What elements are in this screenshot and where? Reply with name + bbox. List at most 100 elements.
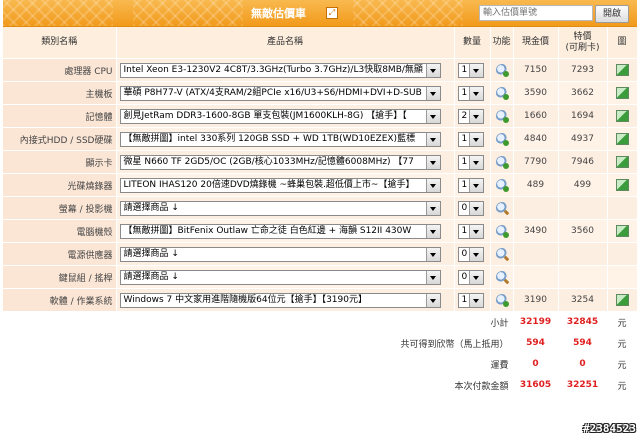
chevron-down-icon[interactable]: [425, 270, 440, 284]
config-icon[interactable]: [495, 87, 509, 100]
image-icon[interactable]: [615, 87, 629, 99]
open-button[interactable]: 開啟: [595, 5, 629, 23]
quote-number-input[interactable]: [479, 5, 593, 21]
picture-cell: [607, 173, 638, 197]
chevron-down-icon[interactable]: [425, 86, 440, 100]
quantity-select[interactable]: 1: [457, 154, 484, 170]
card-price: 3662: [558, 81, 608, 105]
quantity-select[interactable]: 2: [457, 108, 484, 124]
config-icon[interactable]: [495, 133, 509, 146]
function-cell: [490, 173, 514, 197]
function-cell: [490, 104, 514, 128]
summary-row: 小計 32199 32845 元: [3, 311, 638, 333]
product-cell: 【無敵拼圖】intel 330系列 120GB SSD + WD 1TB(WD1…: [116, 127, 455, 151]
header-function: 功能: [490, 27, 514, 59]
config-icon[interactable]: [495, 110, 509, 123]
function-cell: [490, 242, 514, 266]
cash-price: 3190: [513, 288, 559, 312]
picture-cell: [607, 58, 638, 82]
chevron-down-icon[interactable]: [468, 224, 483, 238]
config-icon[interactable]: [495, 225, 509, 238]
qty-cell: 1: [454, 150, 491, 174]
quantity-select[interactable]: 1: [457, 131, 484, 147]
chevron-down-icon[interactable]: [425, 247, 440, 261]
config-icon[interactable]: [495, 156, 509, 169]
search-icon[interactable]: [495, 271, 508, 283]
product-select[interactable]: LITEON IHAS120 20倍速DVD燒錄機 ~蜂巢包裝.超低價上市~【搶…: [119, 177, 441, 193]
function-cell: [490, 196, 514, 220]
chevron-down-icon[interactable]: [425, 178, 440, 192]
config-icon[interactable]: [495, 294, 509, 307]
quantity-select-value: 1: [461, 225, 468, 236]
quantity-select[interactable]: 1: [457, 292, 484, 308]
image-icon[interactable]: [615, 294, 629, 306]
summary-row: 共可得到欣幣（馬上抵用） 594 594 元: [3, 332, 638, 354]
quantity-select[interactable]: 1: [457, 85, 484, 101]
product-select[interactable]: Windows 7 中文家用進階隨機版64位元【搶手】【3190元】: [119, 292, 441, 308]
product-select[interactable]: 請選擇商品 ↓: [119, 200, 441, 216]
chevron-down-icon[interactable]: [425, 201, 440, 215]
card-price: 4937: [558, 127, 608, 151]
summary-cash: 31605: [513, 374, 559, 396]
quantity-select[interactable]: 1: [457, 223, 484, 239]
search-icon[interactable]: [495, 248, 508, 260]
chevron-down-icon[interactable]: [468, 63, 483, 77]
summary-label: 小計: [3, 311, 514, 333]
chevron-down-icon[interactable]: [425, 224, 440, 238]
row-category: 電源供應器: [3, 242, 117, 266]
product-cell: 微星 N660 TF 2GD5/OC (2GB/核心1033MHz/記憶體600…: [116, 150, 455, 174]
quantity-select[interactable]: 0: [457, 246, 484, 262]
page-title: 無敵估價車: [251, 7, 306, 20]
card-price: 7293: [558, 58, 608, 82]
chevron-down-icon[interactable]: [468, 293, 483, 307]
function-cell: [490, 127, 514, 151]
summary-unit: 元: [607, 311, 638, 333]
quantity-select[interactable]: 1: [457, 177, 484, 193]
row-category: 螢幕 / 投影機: [3, 196, 117, 220]
table-row: 光碟燒錄器 LITEON IHAS120 20倍速DVD燒錄機 ~蜂巢包裝.超低價…: [3, 173, 638, 197]
chevron-down-icon[interactable]: [468, 132, 483, 146]
product-select[interactable]: 【無敵拼圖】intel 330系列 120GB SSD + WD 1TB(WD1…: [119, 131, 441, 147]
product-select[interactable]: 創見JetRam DDR3-1600-8GB 單支包裝(JM1600KLH-8G…: [119, 108, 441, 124]
table-row: 電腦機殼 【無敵拼圖】BitFenix Outlaw 亡命之徒 白色紅邊 + 海韻…: [3, 219, 638, 243]
product-select[interactable]: 微星 N660 TF 2GD5/OC (2GB/核心1033MHz/記憶體600…: [119, 154, 441, 170]
summary-row: 運費 0 0 元: [3, 353, 638, 375]
chevron-down-icon[interactable]: [425, 109, 440, 123]
card-price: 7946: [558, 150, 608, 174]
chevron-down-icon[interactable]: [468, 155, 483, 169]
chevron-down-icon[interactable]: [468, 178, 483, 192]
quantity-select-value: 1: [461, 179, 468, 190]
row-category: 處理器 CPU: [3, 58, 117, 82]
config-icon[interactable]: [495, 179, 509, 192]
quantity-select[interactable]: 0: [457, 200, 484, 216]
image-icon[interactable]: [615, 225, 629, 237]
chevron-down-icon[interactable]: [425, 293, 440, 307]
chevron-down-icon[interactable]: [425, 155, 440, 169]
image-icon[interactable]: [615, 64, 629, 76]
product-select[interactable]: Intel Xeon E3-1230V2 4C8T/3.3GHz(Turbo 3…: [119, 62, 441, 78]
chevron-down-icon[interactable]: [468, 247, 483, 261]
product-select[interactable]: 請選擇商品 ↓: [119, 246, 441, 262]
config-icon[interactable]: [495, 64, 509, 77]
chevron-down-icon[interactable]: [425, 132, 440, 146]
table-row: 顯示卡 微星 N660 TF 2GD5/OC (2GB/核心1033MHz/記憶體…: [3, 150, 638, 174]
quantity-select[interactable]: 0: [457, 269, 484, 285]
image-icon[interactable]: [615, 156, 629, 168]
chevron-down-icon[interactable]: [468, 201, 483, 215]
card-price: [558, 196, 608, 220]
image-icon[interactable]: [615, 133, 629, 145]
expand-icon[interactable]: ⤢: [326, 7, 338, 19]
product-select-value: 請選擇商品 ↓: [123, 271, 179, 282]
product-select[interactable]: 請選擇商品 ↓: [119, 269, 441, 285]
chevron-down-icon[interactable]: [468, 86, 483, 100]
product-select[interactable]: 華碩 P8H77-V (ATX/4支RAM/2組PCIe x16/U3+S6/H…: [119, 85, 441, 101]
image-icon[interactable]: [615, 110, 629, 122]
quantity-select[interactable]: 1: [457, 62, 484, 78]
chevron-down-icon[interactable]: [468, 109, 483, 123]
image-icon[interactable]: [615, 179, 629, 191]
table-header: 類別名稱 產品名稱 數量 功能 現金價 特價 (可刷卡) 圖: [3, 27, 638, 59]
chevron-down-icon[interactable]: [468, 270, 483, 284]
search-icon[interactable]: [495, 202, 508, 214]
chevron-down-icon[interactable]: [425, 63, 440, 77]
product-select[interactable]: 【無敵拼圖】BitFenix Outlaw 亡命之徒 白色紅邊 + 海韻 S12…: [119, 223, 441, 239]
